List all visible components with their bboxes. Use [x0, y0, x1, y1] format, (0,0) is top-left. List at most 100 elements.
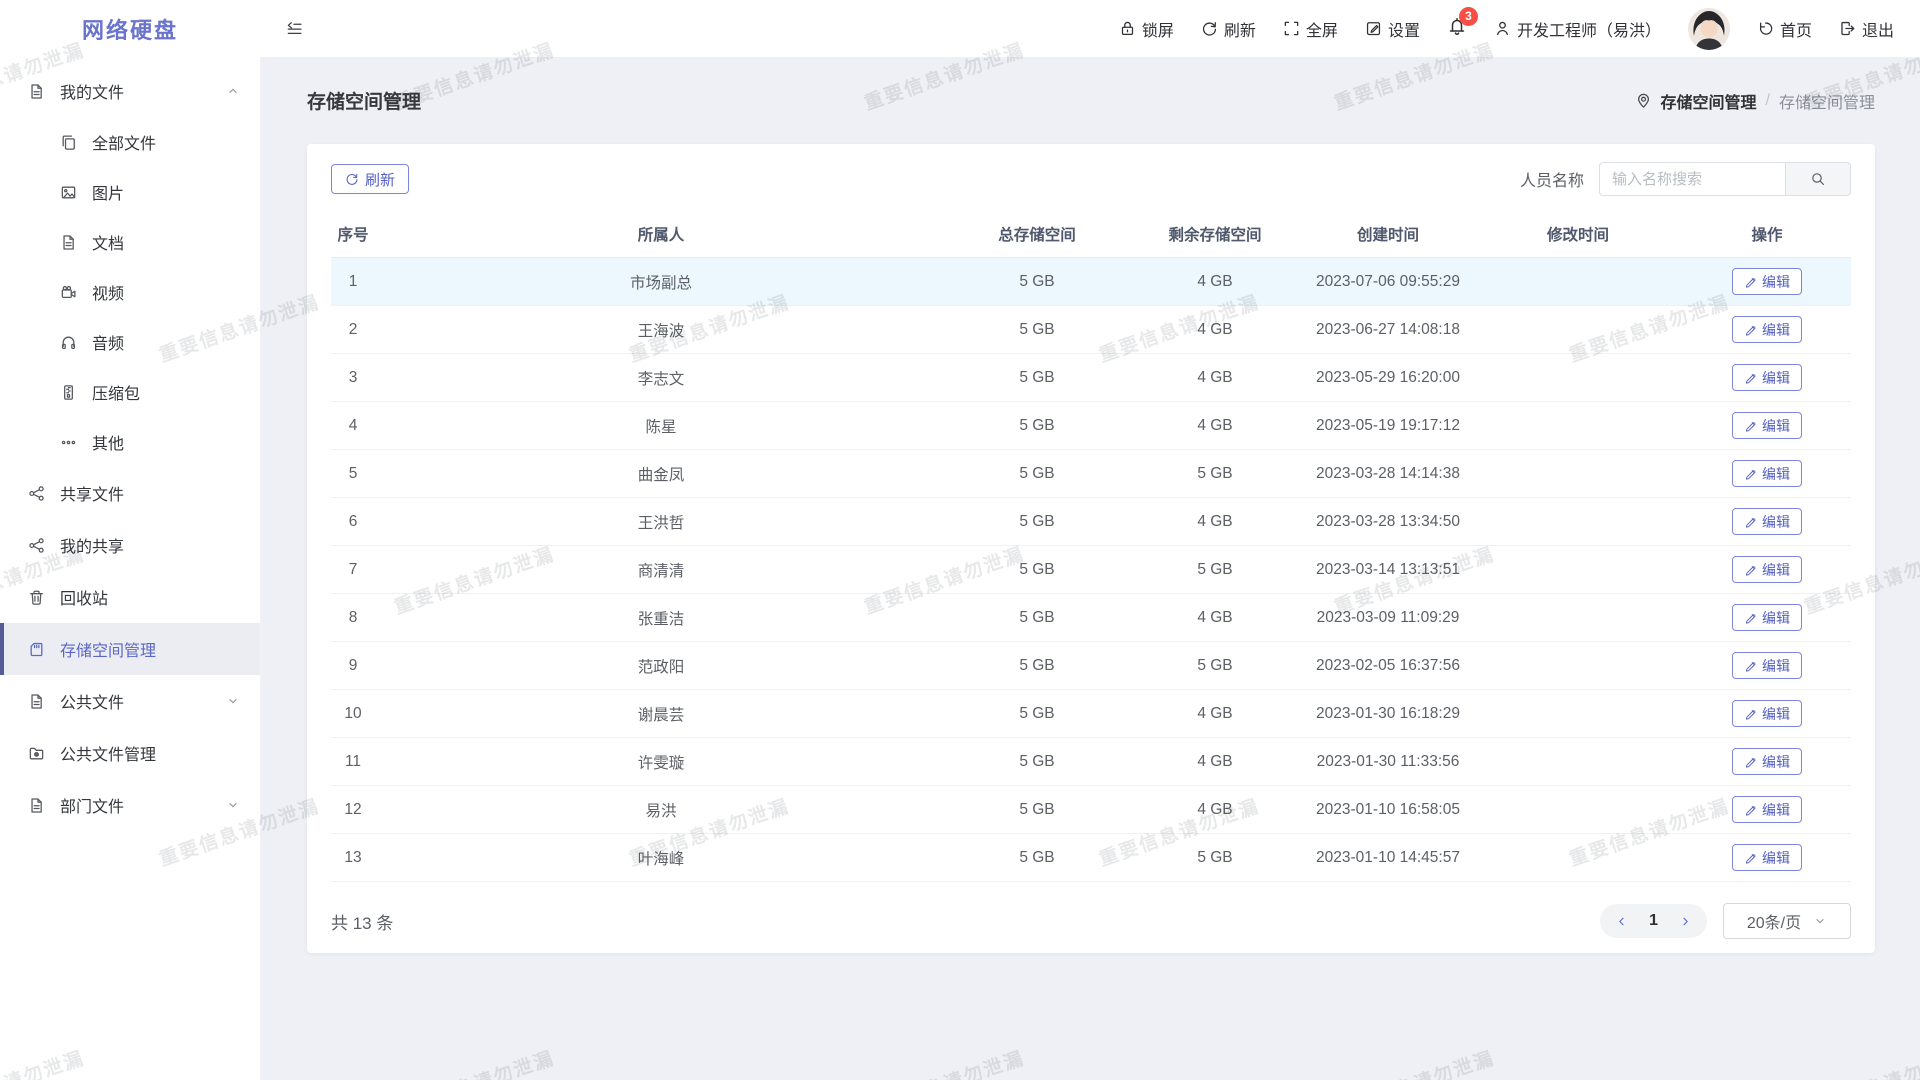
edit-button-label: 编辑 — [1762, 608, 1790, 628]
pencil-icon — [1744, 755, 1757, 768]
cell-modified — [1473, 306, 1683, 354]
cell-remaining: 4 GB — [1127, 354, 1303, 402]
cell-owner: 李志文 — [375, 354, 947, 402]
cell-created: 2023-01-30 11:33:56 — [1303, 738, 1473, 786]
cell-remaining: 4 GB — [1127, 594, 1303, 642]
table-refresh-label: 刷新 — [365, 169, 395, 190]
edit-button[interactable]: 编辑 — [1732, 364, 1802, 391]
cell-modified — [1473, 546, 1683, 594]
menu-fold-icon[interactable] — [286, 20, 303, 37]
sidebar-item-my-files[interactable]: 我的文件 — [0, 65, 260, 117]
user-role-button[interactable]: 开发工程师（易洪） — [1494, 17, 1661, 41]
cell-modified — [1473, 690, 1683, 738]
search-button[interactable] — [1785, 162, 1851, 196]
next-page-icon[interactable] — [1678, 914, 1693, 929]
share-icon — [28, 537, 45, 554]
cell-modified — [1473, 450, 1683, 498]
sidebar-item-shared-files[interactable]: 共享文件 — [0, 467, 260, 519]
sidebar-item-recycle-bin[interactable]: 回收站 — [0, 571, 260, 623]
sidebar-item-audio[interactable]: 音频 — [0, 317, 260, 367]
table-refresh-button[interactable]: 刷新 — [331, 164, 409, 194]
sidebar-item-public-files-management[interactable]: 公共文件管理 — [0, 727, 260, 779]
search-icon — [1810, 171, 1826, 187]
pencil-icon — [1744, 515, 1757, 528]
edit-square-icon — [1365, 20, 1382, 37]
home-button[interactable]: 首页 — [1757, 17, 1812, 41]
breadcrumb: 存储空间管理 / 存储空间管理 — [1635, 89, 1875, 113]
cell-remaining: 4 GB — [1127, 690, 1303, 738]
cell-owner: 范政阳 — [375, 642, 947, 690]
sidebar-menu: 我的文件 全部文件 图片 文档 视频 音频 压缩包 其他 — [0, 57, 260, 831]
lock-screen-button[interactable]: 锁屏 — [1119, 17, 1174, 41]
sidebar-item-docs[interactable]: 文档 — [0, 217, 260, 267]
current-page[interactable]: 1 — [1649, 912, 1658, 930]
refresh-icon — [1201, 20, 1218, 37]
sidebar-item-images[interactable]: 图片 — [0, 167, 260, 217]
header-owner: 所属人 — [375, 210, 947, 258]
edit-button-label: 编辑 — [1762, 704, 1790, 724]
fullscreen-button[interactable]: 全屏 — [1283, 17, 1338, 41]
edit-button[interactable]: 编辑 — [1732, 796, 1802, 823]
topbar-actions: 锁屏 刷新 全屏 设置 3 开发工程师（易洪） — [1119, 8, 1894, 50]
cell-owner: 市场副总 — [375, 258, 947, 306]
cell-modified — [1473, 738, 1683, 786]
sidebar-item-department-files[interactable]: 部门文件 — [0, 779, 260, 831]
sidebar-item-others[interactable]: 其他 — [0, 417, 260, 467]
cell-actions: 编辑 — [1683, 306, 1851, 354]
header-modified: 修改时间 — [1473, 210, 1683, 258]
search-input[interactable] — [1599, 162, 1785, 196]
fullscreen-label: 全屏 — [1306, 17, 1338, 41]
sidebar-item-all-files[interactable]: 全部文件 — [0, 117, 260, 167]
edit-button-label: 编辑 — [1762, 416, 1790, 436]
edit-button[interactable]: 编辑 — [1732, 700, 1802, 727]
cell-modified — [1473, 354, 1683, 402]
edit-button[interactable]: 编辑 — [1732, 652, 1802, 679]
edit-button-label: 编辑 — [1762, 752, 1790, 772]
edit-button[interactable]: 编辑 — [1732, 316, 1802, 343]
cell-remaining: 5 GB — [1127, 834, 1303, 882]
cell-seq: 5 — [331, 450, 375, 498]
sidebar-item-my-shares[interactable]: 我的共享 — [0, 519, 260, 571]
sidebar-item-storage-management[interactable]: 存储空间管理 — [0, 623, 260, 675]
avatar[interactable] — [1688, 8, 1730, 50]
edit-button[interactable]: 编辑 — [1732, 412, 1802, 439]
sidebar-item-archives[interactable]: 压缩包 — [0, 367, 260, 417]
cell-actions: 编辑 — [1683, 642, 1851, 690]
sidebar-item-public-files[interactable]: 公共文件 — [0, 675, 260, 727]
edit-button[interactable]: 编辑 — [1732, 460, 1802, 487]
refresh-icon — [345, 172, 359, 186]
edit-button-label: 编辑 — [1762, 368, 1790, 388]
cell-modified — [1473, 498, 1683, 546]
pencil-icon — [1744, 419, 1757, 432]
cell-remaining: 4 GB — [1127, 786, 1303, 834]
sidebar-item-label: 部门文件 — [60, 793, 124, 817]
sidebar-item-label: 公共文件管理 — [60, 741, 156, 765]
cell-owner: 易洪 — [375, 786, 947, 834]
cell-actions: 编辑 — [1683, 450, 1851, 498]
cell-seq: 13 — [331, 834, 375, 882]
pagination: 1 20条/页 — [1600, 903, 1851, 939]
sidebar: 网络硬盘 我的文件 全部文件 图片 文档 视频 音频 压缩包 — [0, 0, 261, 1080]
settings-button[interactable]: 设置 — [1365, 17, 1420, 41]
sidebar-item-videos[interactable]: 视频 — [0, 267, 260, 317]
cell-seq: 7 — [331, 546, 375, 594]
edit-button[interactable]: 编辑 — [1732, 268, 1802, 295]
edit-button[interactable]: 编辑 — [1732, 844, 1802, 871]
page-size-select[interactable]: 20条/页 — [1723, 903, 1851, 939]
table-head: 序号 所属人 总存储空间 剩余存储空间 创建时间 修改时间 操作 — [331, 210, 1851, 258]
headphones-icon — [60, 334, 77, 351]
header-seq: 序号 — [331, 210, 375, 258]
table-body: 1 市场副总 5 GB 4 GB 2023-07-06 09:55:29 编辑 … — [331, 258, 1851, 882]
cell-created: 2023-02-05 16:37:56 — [1303, 642, 1473, 690]
cell-actions: 编辑 — [1683, 258, 1851, 306]
header-actions: 操作 — [1683, 210, 1851, 258]
refresh-button[interactable]: 刷新 — [1201, 17, 1256, 41]
edit-button[interactable]: 编辑 — [1732, 556, 1802, 583]
edit-button[interactable]: 编辑 — [1732, 748, 1802, 775]
edit-button[interactable]: 编辑 — [1732, 508, 1802, 535]
logout-button[interactable]: 退出 — [1839, 17, 1894, 41]
edit-button[interactable]: 编辑 — [1732, 604, 1802, 631]
notifications-button[interactable]: 3 — [1447, 16, 1467, 41]
prev-page-icon[interactable] — [1614, 914, 1629, 929]
edit-button-label: 编辑 — [1762, 656, 1790, 676]
